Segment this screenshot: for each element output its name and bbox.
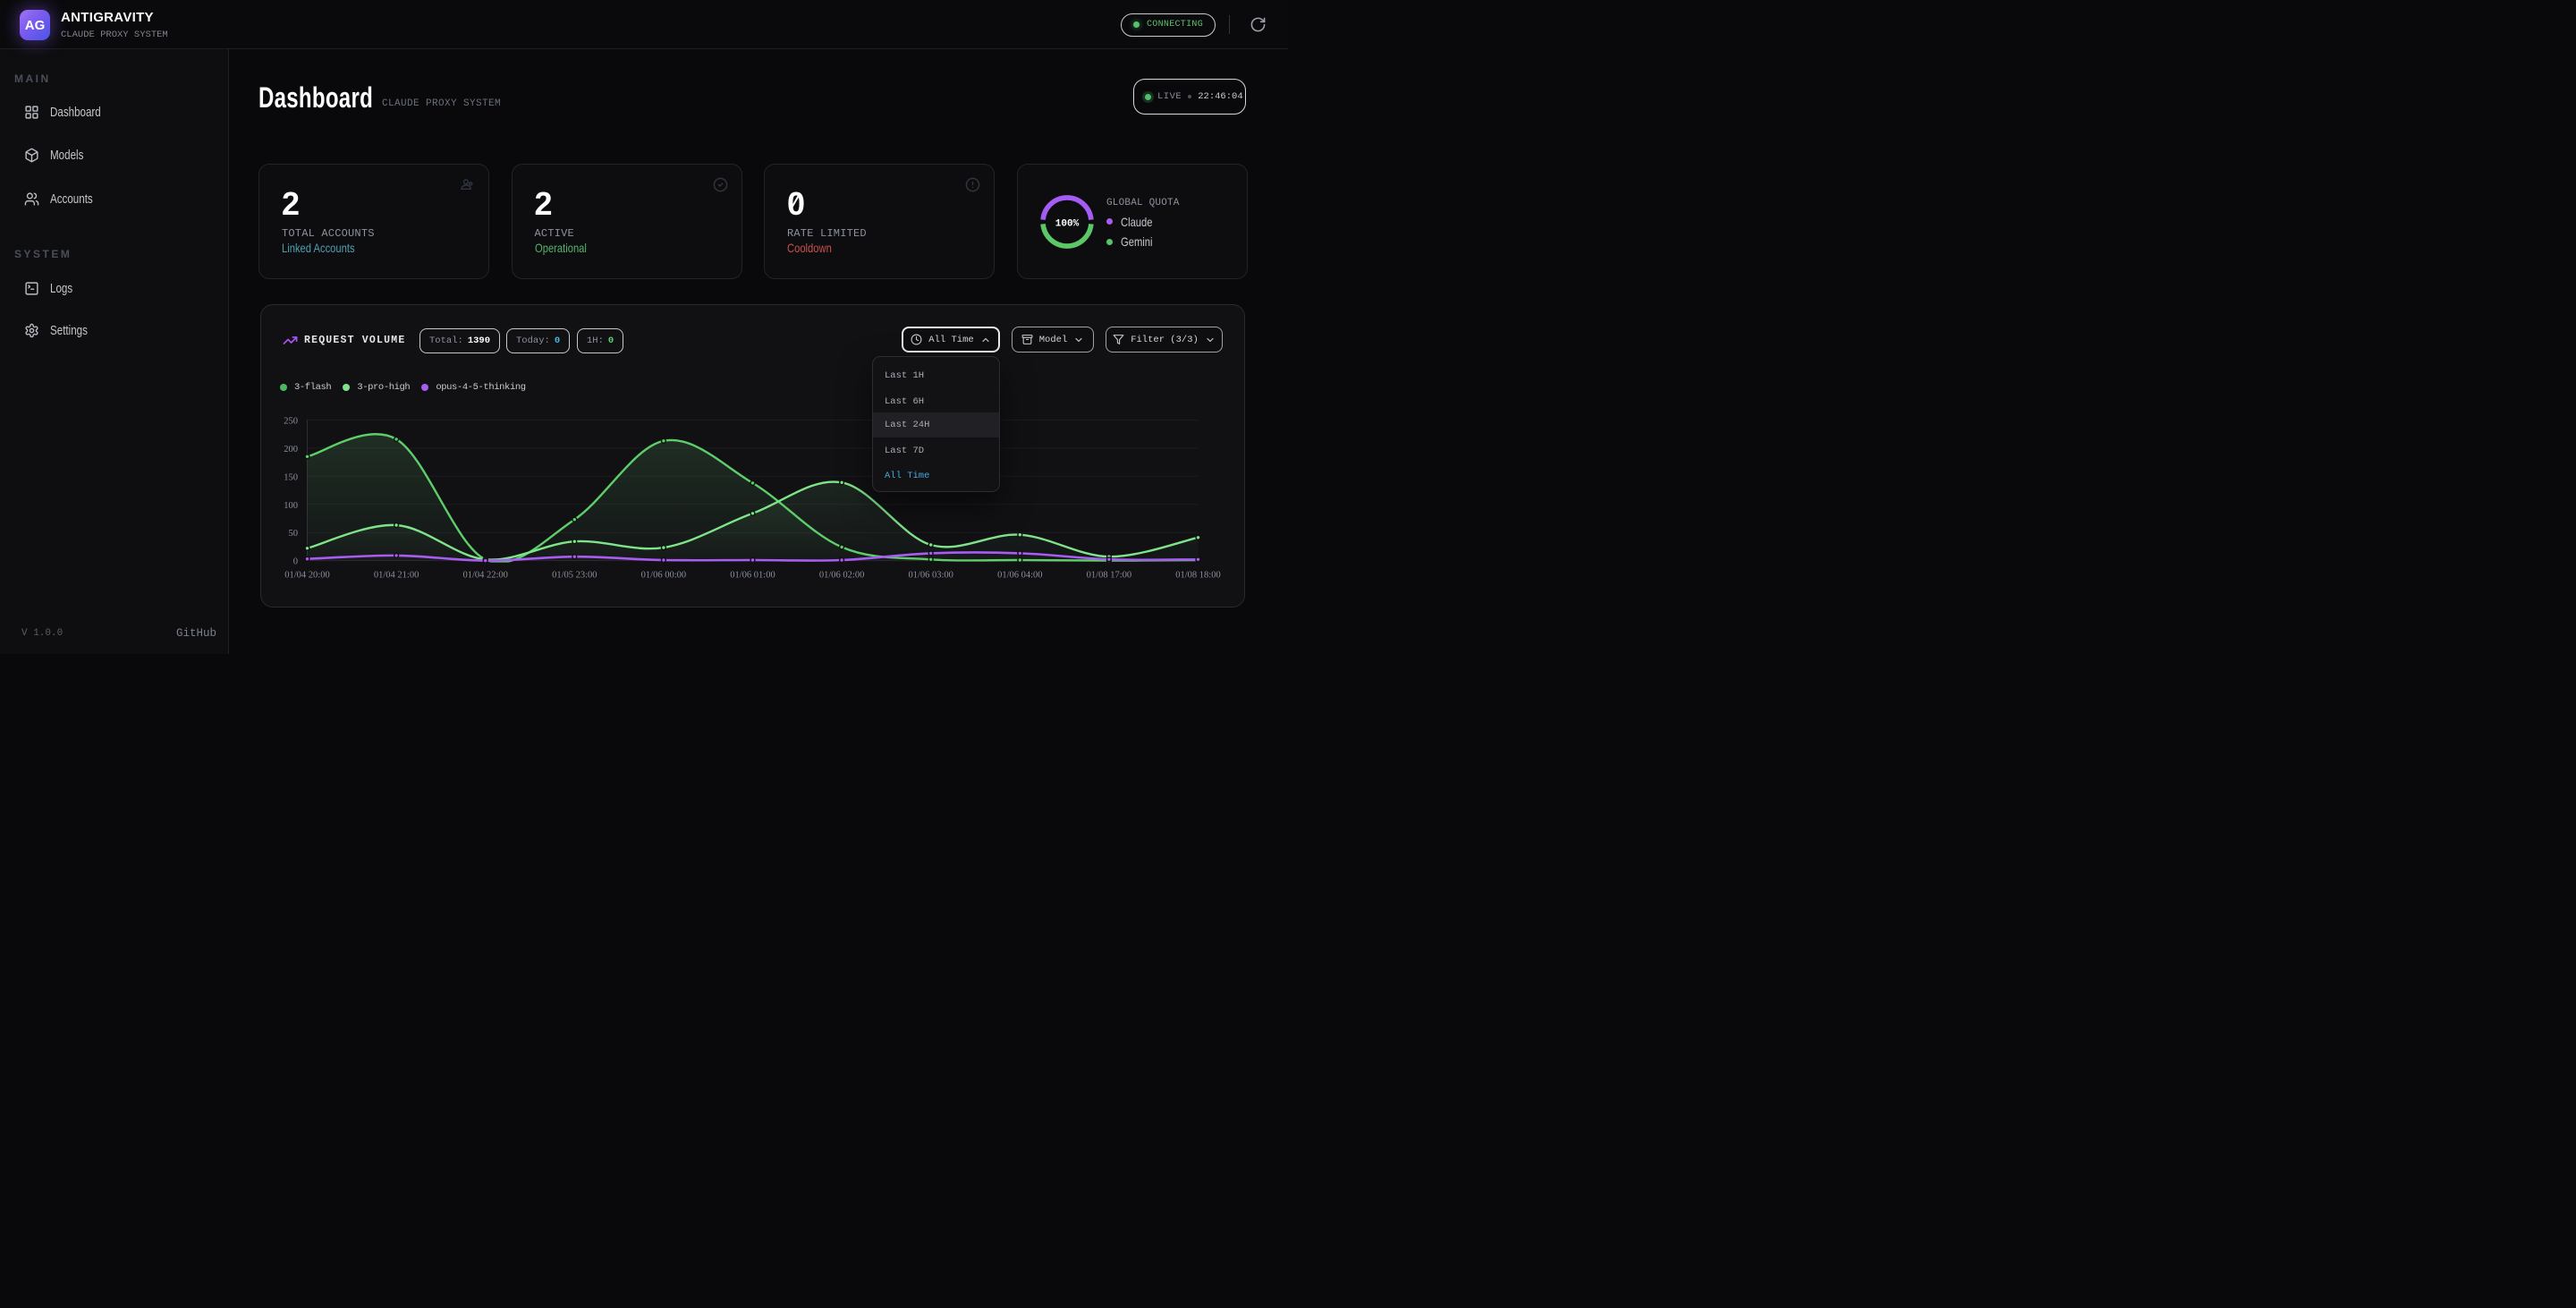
svg-text:01/06 00:00: 01/06 00:00 xyxy=(641,571,686,581)
svg-text:200: 200 xyxy=(284,445,298,454)
svg-text:01/06 01:00: 01/06 01:00 xyxy=(730,571,775,581)
svg-text:150: 150 xyxy=(284,472,298,482)
svg-text:01/08 17:00: 01/08 17:00 xyxy=(1087,571,1131,581)
svg-text:01/04 22:00: 01/04 22:00 xyxy=(462,571,507,581)
svg-text:01/04 21:00: 01/04 21:00 xyxy=(374,571,419,581)
svg-text:50: 50 xyxy=(289,529,299,539)
svg-text:0: 0 xyxy=(293,557,298,567)
svg-text:01/05 23:00: 01/05 23:00 xyxy=(552,571,597,581)
svg-text:01/08 18:00: 01/08 18:00 xyxy=(1175,571,1220,581)
svg-text:01/06 03:00: 01/06 03:00 xyxy=(908,571,953,581)
svg-text:100%: 100% xyxy=(1055,219,1079,230)
svg-text:250: 250 xyxy=(284,417,298,427)
svg-text:100: 100 xyxy=(284,501,298,511)
svg-text:01/06 02:00: 01/06 02:00 xyxy=(819,571,864,581)
svg-text:01/06 04:00: 01/06 04:00 xyxy=(997,571,1042,581)
svg-text:01/04 20:00: 01/04 20:00 xyxy=(284,571,329,581)
